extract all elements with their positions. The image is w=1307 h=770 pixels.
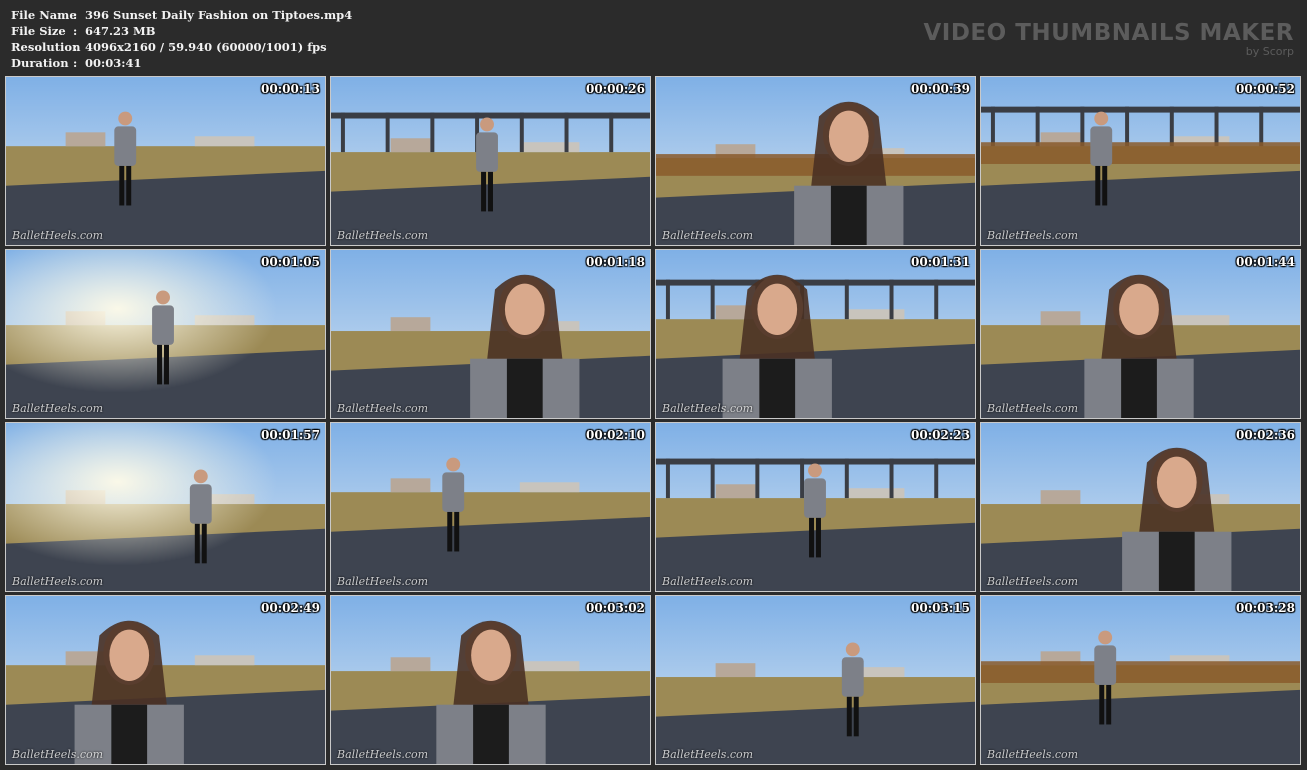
thumbnail-grid: 00:00:13 BalletHeels.com 00:00:26 BalletHee… (5, 76, 1301, 765)
watermark-logo: BalletHeels.com (662, 575, 754, 588)
file-name-sep: : (73, 8, 78, 22)
file-size-sep: : (73, 24, 78, 38)
timestamp-label: 00:03:02 (586, 601, 645, 615)
video-thumbnail: 00:03:02 BalletHeels.com (330, 595, 651, 765)
video-thumbnail: 00:01:44 BalletHeels.com (980, 249, 1301, 419)
video-thumbnail: 00:00:52 BalletHeels.com (980, 76, 1301, 246)
file-size-label: File Size (11, 24, 66, 38)
timestamp-label: 00:02:36 (1236, 428, 1295, 442)
brand-title: VIDEO THUMBNAILS MAKER (923, 20, 1294, 46)
resolution-row: Resolution : 4096x2160 / 59.940 (60000/1… (11, 39, 352, 55)
resolution-sep: : (73, 40, 78, 54)
video-thumbnail: 00:00:26 BalletHeels.com (330, 76, 651, 246)
duration-label: Duration (11, 56, 69, 70)
video-thumbnail: 00:02:10 BalletHeels.com (330, 422, 651, 592)
duration-row: Duration : 00:03:41 (11, 55, 352, 71)
video-thumbnail: 00:01:05 BalletHeels.com (5, 249, 326, 419)
video-thumbnail: 00:01:31 BalletHeels.com (655, 249, 976, 419)
video-thumbnail: 00:03:15 BalletHeels.com (655, 595, 976, 765)
watermark-logo: BalletHeels.com (337, 748, 429, 761)
timestamp-label: 00:00:26 (586, 82, 645, 96)
file-size-value: 647.23 MB (85, 24, 156, 38)
watermark-logo: BalletHeels.com (12, 229, 104, 242)
timestamp-label: 00:02:49 (261, 601, 320, 615)
video-thumbnail: 00:03:28 BalletHeels.com (980, 595, 1301, 765)
timestamp-label: 00:01:44 (1236, 255, 1295, 269)
timestamp-label: 00:01:18 (586, 255, 645, 269)
watermark-logo: BalletHeels.com (987, 575, 1079, 588)
watermark-logo: BalletHeels.com (12, 402, 104, 415)
brand-subtitle: by Scorp (1245, 45, 1294, 58)
watermark-logo: BalletHeels.com (337, 575, 429, 588)
timestamp-label: 00:01:31 (911, 255, 970, 269)
timestamp-label: 00:00:39 (911, 82, 970, 96)
timestamp-label: 00:00:52 (1236, 82, 1295, 96)
file-name-row: File Name : 396 Sunset Daily Fashion on … (11, 7, 352, 23)
watermark-logo: BalletHeels.com (12, 575, 104, 588)
file-name-value: 396 Sunset Daily Fashion on Tiptoes.mp4 (85, 8, 353, 22)
watermark-logo: BalletHeels.com (987, 229, 1079, 242)
watermark-logo: BalletHeels.com (662, 748, 754, 761)
duration-value: 00:03:41 (85, 56, 142, 70)
resolution-label: Resolution (11, 40, 81, 54)
video-thumbnail: 00:01:18 BalletHeels.com (330, 249, 651, 419)
video-thumbnail: 00:00:39 BalletHeels.com (655, 76, 976, 246)
timestamp-label: 00:01:57 (261, 428, 320, 442)
timestamp-label: 00:02:23 (911, 428, 970, 442)
watermark-logo: BalletHeels.com (337, 402, 429, 415)
watermark-logo: BalletHeels.com (337, 229, 429, 242)
resolution-value: 4096x2160 / 59.940 (60000/1001) fps (85, 40, 327, 54)
timestamp-label: 00:00:13 (261, 82, 320, 96)
video-thumbnail: 00:02:23 BalletHeels.com (655, 422, 976, 592)
watermark-logo: BalletHeels.com (987, 402, 1079, 415)
watermark-logo: BalletHeels.com (987, 748, 1079, 761)
watermark-logo: BalletHeels.com (662, 402, 754, 415)
video-thumbnail: 00:02:36 BalletHeels.com (980, 422, 1301, 592)
watermark-logo: BalletHeels.com (662, 229, 754, 242)
file-size-row: File Size : 647.23 MB (11, 23, 352, 39)
video-thumbnail: 00:00:13 BalletHeels.com (5, 76, 326, 246)
video-thumbnail: 00:02:49 BalletHeels.com (5, 595, 326, 765)
timestamp-label: 00:03:15 (911, 601, 970, 615)
timestamp-label: 00:03:28 (1236, 601, 1295, 615)
watermark-logo: BalletHeels.com (12, 748, 104, 761)
timestamp-label: 00:01:05 (261, 255, 320, 269)
file-name-label: File Name (11, 8, 77, 22)
brand-logo: VIDEO THUMBNAILS MAKER by Scorp (923, 20, 1294, 58)
duration-sep: : (73, 56, 78, 70)
video-thumbnail: 00:01:57 BalletHeels.com (5, 422, 326, 592)
timestamp-label: 00:02:10 (586, 428, 645, 442)
file-info: File Name : 396 Sunset Daily Fashion on … (11, 7, 352, 71)
